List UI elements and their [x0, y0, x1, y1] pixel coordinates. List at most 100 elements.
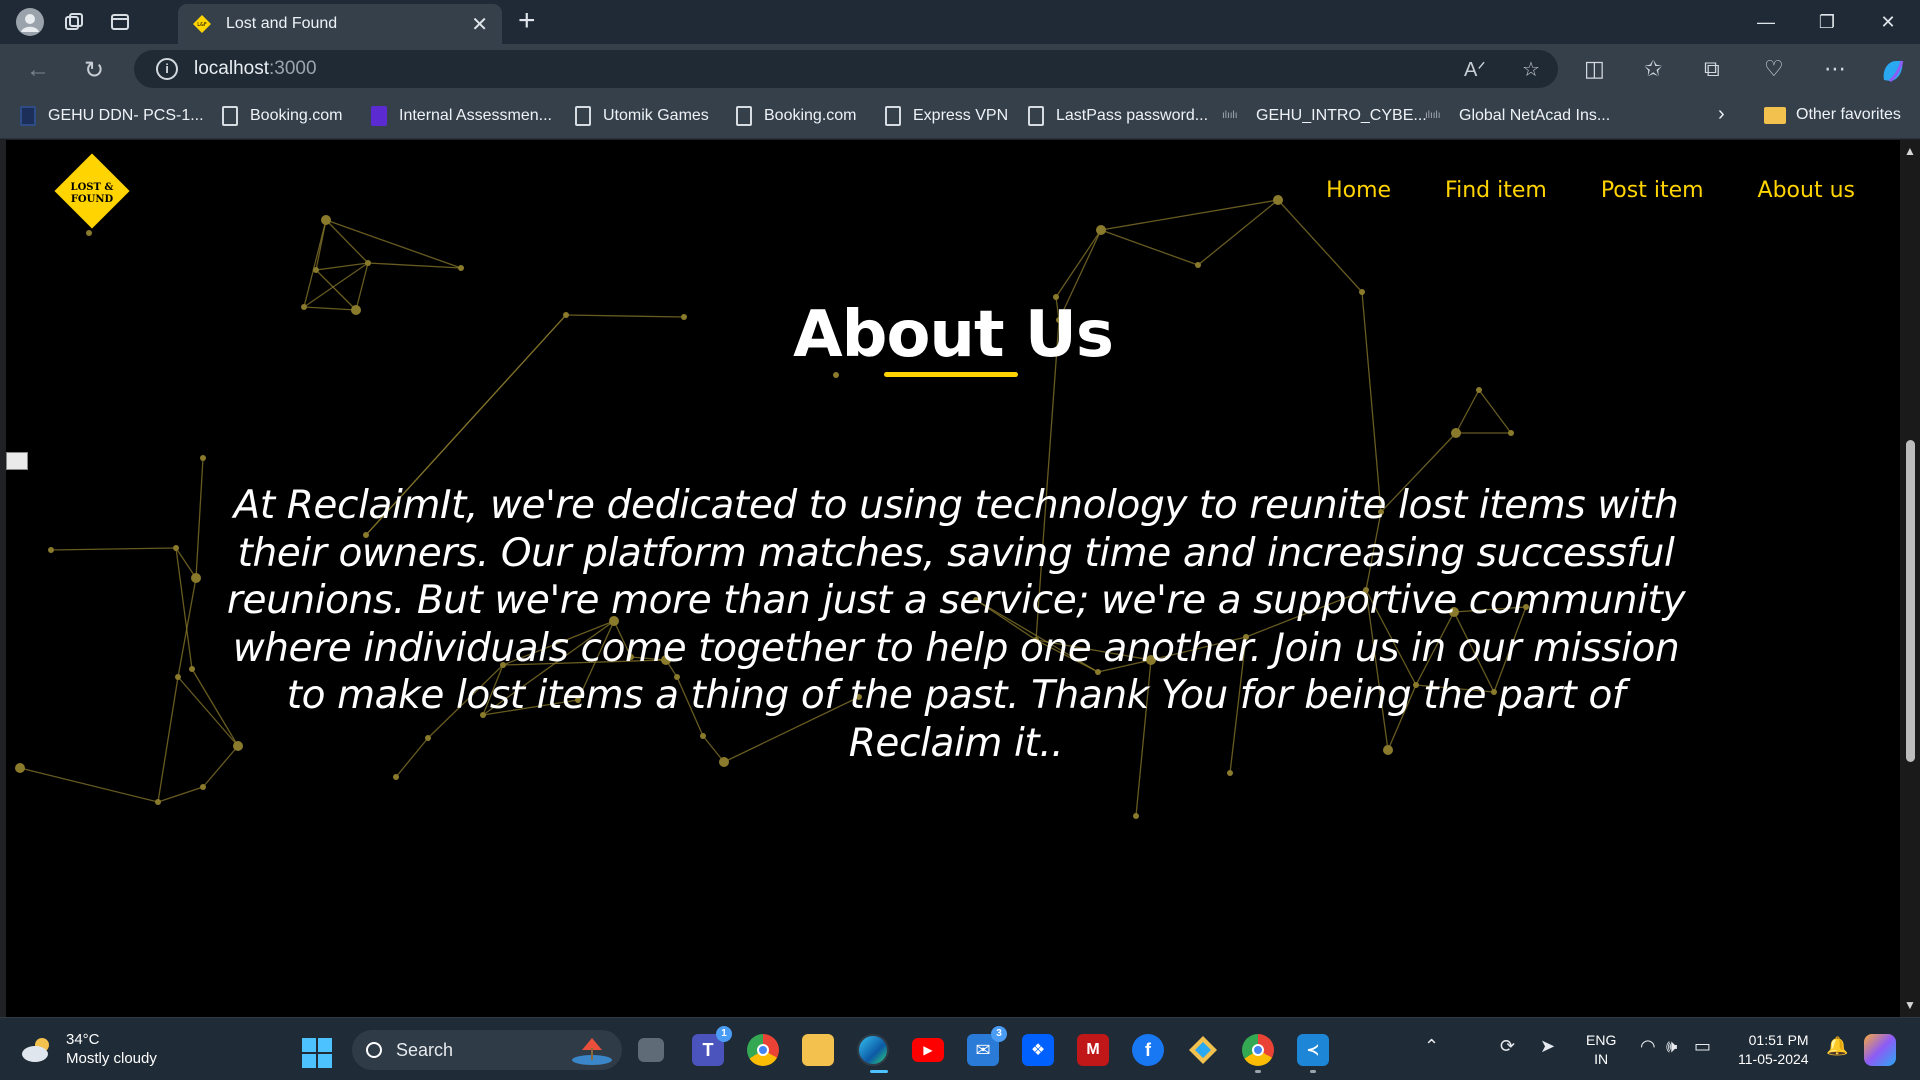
- network-line: [157, 676, 179, 803]
- bookmark-label: Global NetAcad Ins...: [1459, 107, 1611, 124]
- task-view-icon[interactable]: [638, 1038, 664, 1062]
- bookmarks-bar: GEHU DDN- PCS-1... Booking.com Internal …: [0, 94, 1920, 139]
- scroll-up-icon[interactable]: ▲: [1904, 144, 1916, 158]
- network-line: [195, 457, 204, 579]
- bookmark-item[interactable]: Express VPN: [885, 106, 1008, 126]
- system-clock[interactable]: 01:51 PM 11-05-2024: [1738, 1031, 1809, 1069]
- running-app-indicator: [1255, 1070, 1261, 1073]
- network-node: [1359, 289, 1365, 295]
- bookmark-item[interactable]: Booking.com: [222, 106, 343, 126]
- favorites-icon[interactable]: ✩: [1644, 56, 1662, 82]
- bookmarks-overflow-icon[interactable]: ›: [1718, 103, 1725, 126]
- youtube-icon[interactable]: ▶: [912, 1038, 944, 1062]
- bookmark-item[interactable]: ılıılı Global NetAcad Ins...: [1425, 106, 1610, 126]
- bookmark-label: GEHU_INTRO_CYBE...: [1256, 107, 1427, 124]
- mail-badge: 3: [991, 1026, 1007, 1042]
- network-node: [393, 774, 399, 780]
- collections-icon[interactable]: ⧉: [1704, 56, 1720, 82]
- nav-about-us[interactable]: About us: [1758, 178, 1855, 203]
- location-icon[interactable]: ➤: [1540, 1036, 1555, 1057]
- scrollbar-thumb[interactable]: [1906, 440, 1915, 762]
- bookmark-item[interactable]: GEHU DDN- PCS-1...: [20, 106, 204, 126]
- read-aloud-icon[interactable]: Aᐟ: [1464, 57, 1486, 82]
- back-icon[interactable]: ←: [26, 56, 50, 84]
- bookmark-item[interactable]: LastPass password...: [1028, 106, 1208, 126]
- mail-icon[interactable]: ✉ 3: [967, 1026, 1007, 1066]
- network-node: [365, 260, 371, 266]
- start-button[interactable]: [302, 1038, 332, 1068]
- vscode-icon[interactable]: ≺: [1297, 1034, 1329, 1066]
- refresh-icon[interactable]: ↻: [84, 56, 104, 85]
- copilot-taskbar-icon[interactable]: [1864, 1034, 1896, 1066]
- network-line: [1100, 199, 1279, 231]
- page-scrollbar[interactable]: ▲ ▼: [1900, 140, 1920, 1017]
- workspaces-icon[interactable]: [54, 2, 94, 42]
- url-field[interactable]: i localhost:3000 Aᐟ ☆: [134, 50, 1558, 88]
- dropbox-icon[interactable]: ❖: [1022, 1034, 1054, 1066]
- page-title: About Us: [793, 298, 1114, 372]
- chrome-icon[interactable]: [747, 1034, 779, 1066]
- restore-icon[interactable]: ❐: [1797, 0, 1857, 44]
- bookmark-label: Booking.com: [250, 107, 343, 124]
- clock-time: 01:51 PM: [1748, 1032, 1809, 1048]
- teams-badge: 1: [716, 1026, 732, 1042]
- profile-icon[interactable]: [10, 2, 50, 42]
- bookmark-item[interactable]: Booking.com: [736, 106, 857, 126]
- bookmark-item[interactable]: ılıılı GEHU_INTRO_CYBE...: [1222, 106, 1427, 126]
- weather-widget[interactable]: 34°C Mostly cloudy: [20, 1030, 157, 1068]
- favorite-star-icon[interactable]: ☆: [1522, 57, 1540, 82]
- network-node: [155, 799, 161, 805]
- browser-essentials-icon[interactable]: ♡: [1764, 56, 1784, 82]
- address-bar: ← ↻ i localhost:3000 Aᐟ ☆: [0, 44, 1920, 94]
- chrome-profile-icon[interactable]: [1242, 1034, 1274, 1066]
- cisco-icon: ılıılı: [1222, 110, 1238, 121]
- teams-icon[interactable]: T1: [692, 1026, 732, 1066]
- mcafee-icon[interactable]: M: [1077, 1034, 1109, 1066]
- bookmark-item[interactable]: Utomik Games: [575, 106, 709, 126]
- network-line: [50, 547, 177, 551]
- network-node: [458, 265, 464, 271]
- cloud-icon: [22, 1038, 49, 1062]
- scroll-down-icon[interactable]: ▼: [1904, 998, 1916, 1012]
- network-node: [1508, 430, 1514, 436]
- page-icon: [885, 106, 901, 126]
- tab-actions-icon[interactable]: [100, 2, 140, 42]
- page-icon: [736, 106, 752, 126]
- site-logo[interactable]: LOST & FOUND: [51, 150, 133, 232]
- other-favorites[interactable]: Other favorites: [1764, 106, 1901, 124]
- network-line: [367, 262, 462, 269]
- about-paragraph: At ReclaimIt, we're dedicated to using t…: [226, 483, 1686, 766]
- battery-icon[interactable]: ▭: [1694, 1036, 1711, 1057]
- active-tab[interactable]: L&F Lost and Found ✕: [178, 4, 502, 44]
- nav-home[interactable]: Home: [1326, 178, 1391, 203]
- minimize-icon[interactable]: —: [1736, 0, 1796, 44]
- language-indicator[interactable]: ENG IN: [1586, 1031, 1616, 1069]
- notifications-icon[interactable]: 🔔: [1826, 1036, 1848, 1057]
- taskbar-search[interactable]: Search: [352, 1030, 622, 1070]
- page-icon: [575, 106, 591, 126]
- folder-icon: [1764, 106, 1786, 124]
- network-node: [175, 674, 181, 680]
- sync-icon[interactable]: ⟳: [1500, 1036, 1515, 1057]
- wifi-icon[interactable]: ◠: [1640, 1036, 1656, 1057]
- volume-icon[interactable]: 🕪: [1666, 1036, 1677, 1057]
- bookmark-label: LastPass password...: [1056, 107, 1209, 124]
- network-line: [1478, 389, 1512, 434]
- git-icon[interactable]: [1187, 1034, 1219, 1066]
- bookmark-label: GEHU DDN- PCS-1...: [48, 107, 204, 124]
- more-menu-icon[interactable]: ⋯: [1824, 56, 1846, 82]
- new-tab-icon[interactable]: +: [518, 6, 536, 36]
- facebook-icon[interactable]: f: [1132, 1034, 1164, 1066]
- split-screen-icon[interactable]: ◫: [1584, 56, 1605, 82]
- bookmark-item[interactable]: Internal Assessmen...: [371, 106, 552, 126]
- nav-post-item[interactable]: Post item: [1601, 178, 1704, 203]
- close-tab-icon[interactable]: ✕: [471, 12, 488, 37]
- site-info-icon[interactable]: i: [156, 58, 178, 80]
- nav-find-item[interactable]: Find item: [1445, 178, 1547, 203]
- title-underline: [884, 372, 1018, 377]
- edge-icon[interactable]: [857, 1034, 889, 1066]
- show-hidden-icons[interactable]: ⌃: [1424, 1036, 1439, 1057]
- window-close-icon[interactable]: ✕: [1858, 0, 1918, 44]
- file-explorer-icon[interactable]: [802, 1034, 834, 1066]
- copilot-icon[interactable]: [1878, 56, 1908, 92]
